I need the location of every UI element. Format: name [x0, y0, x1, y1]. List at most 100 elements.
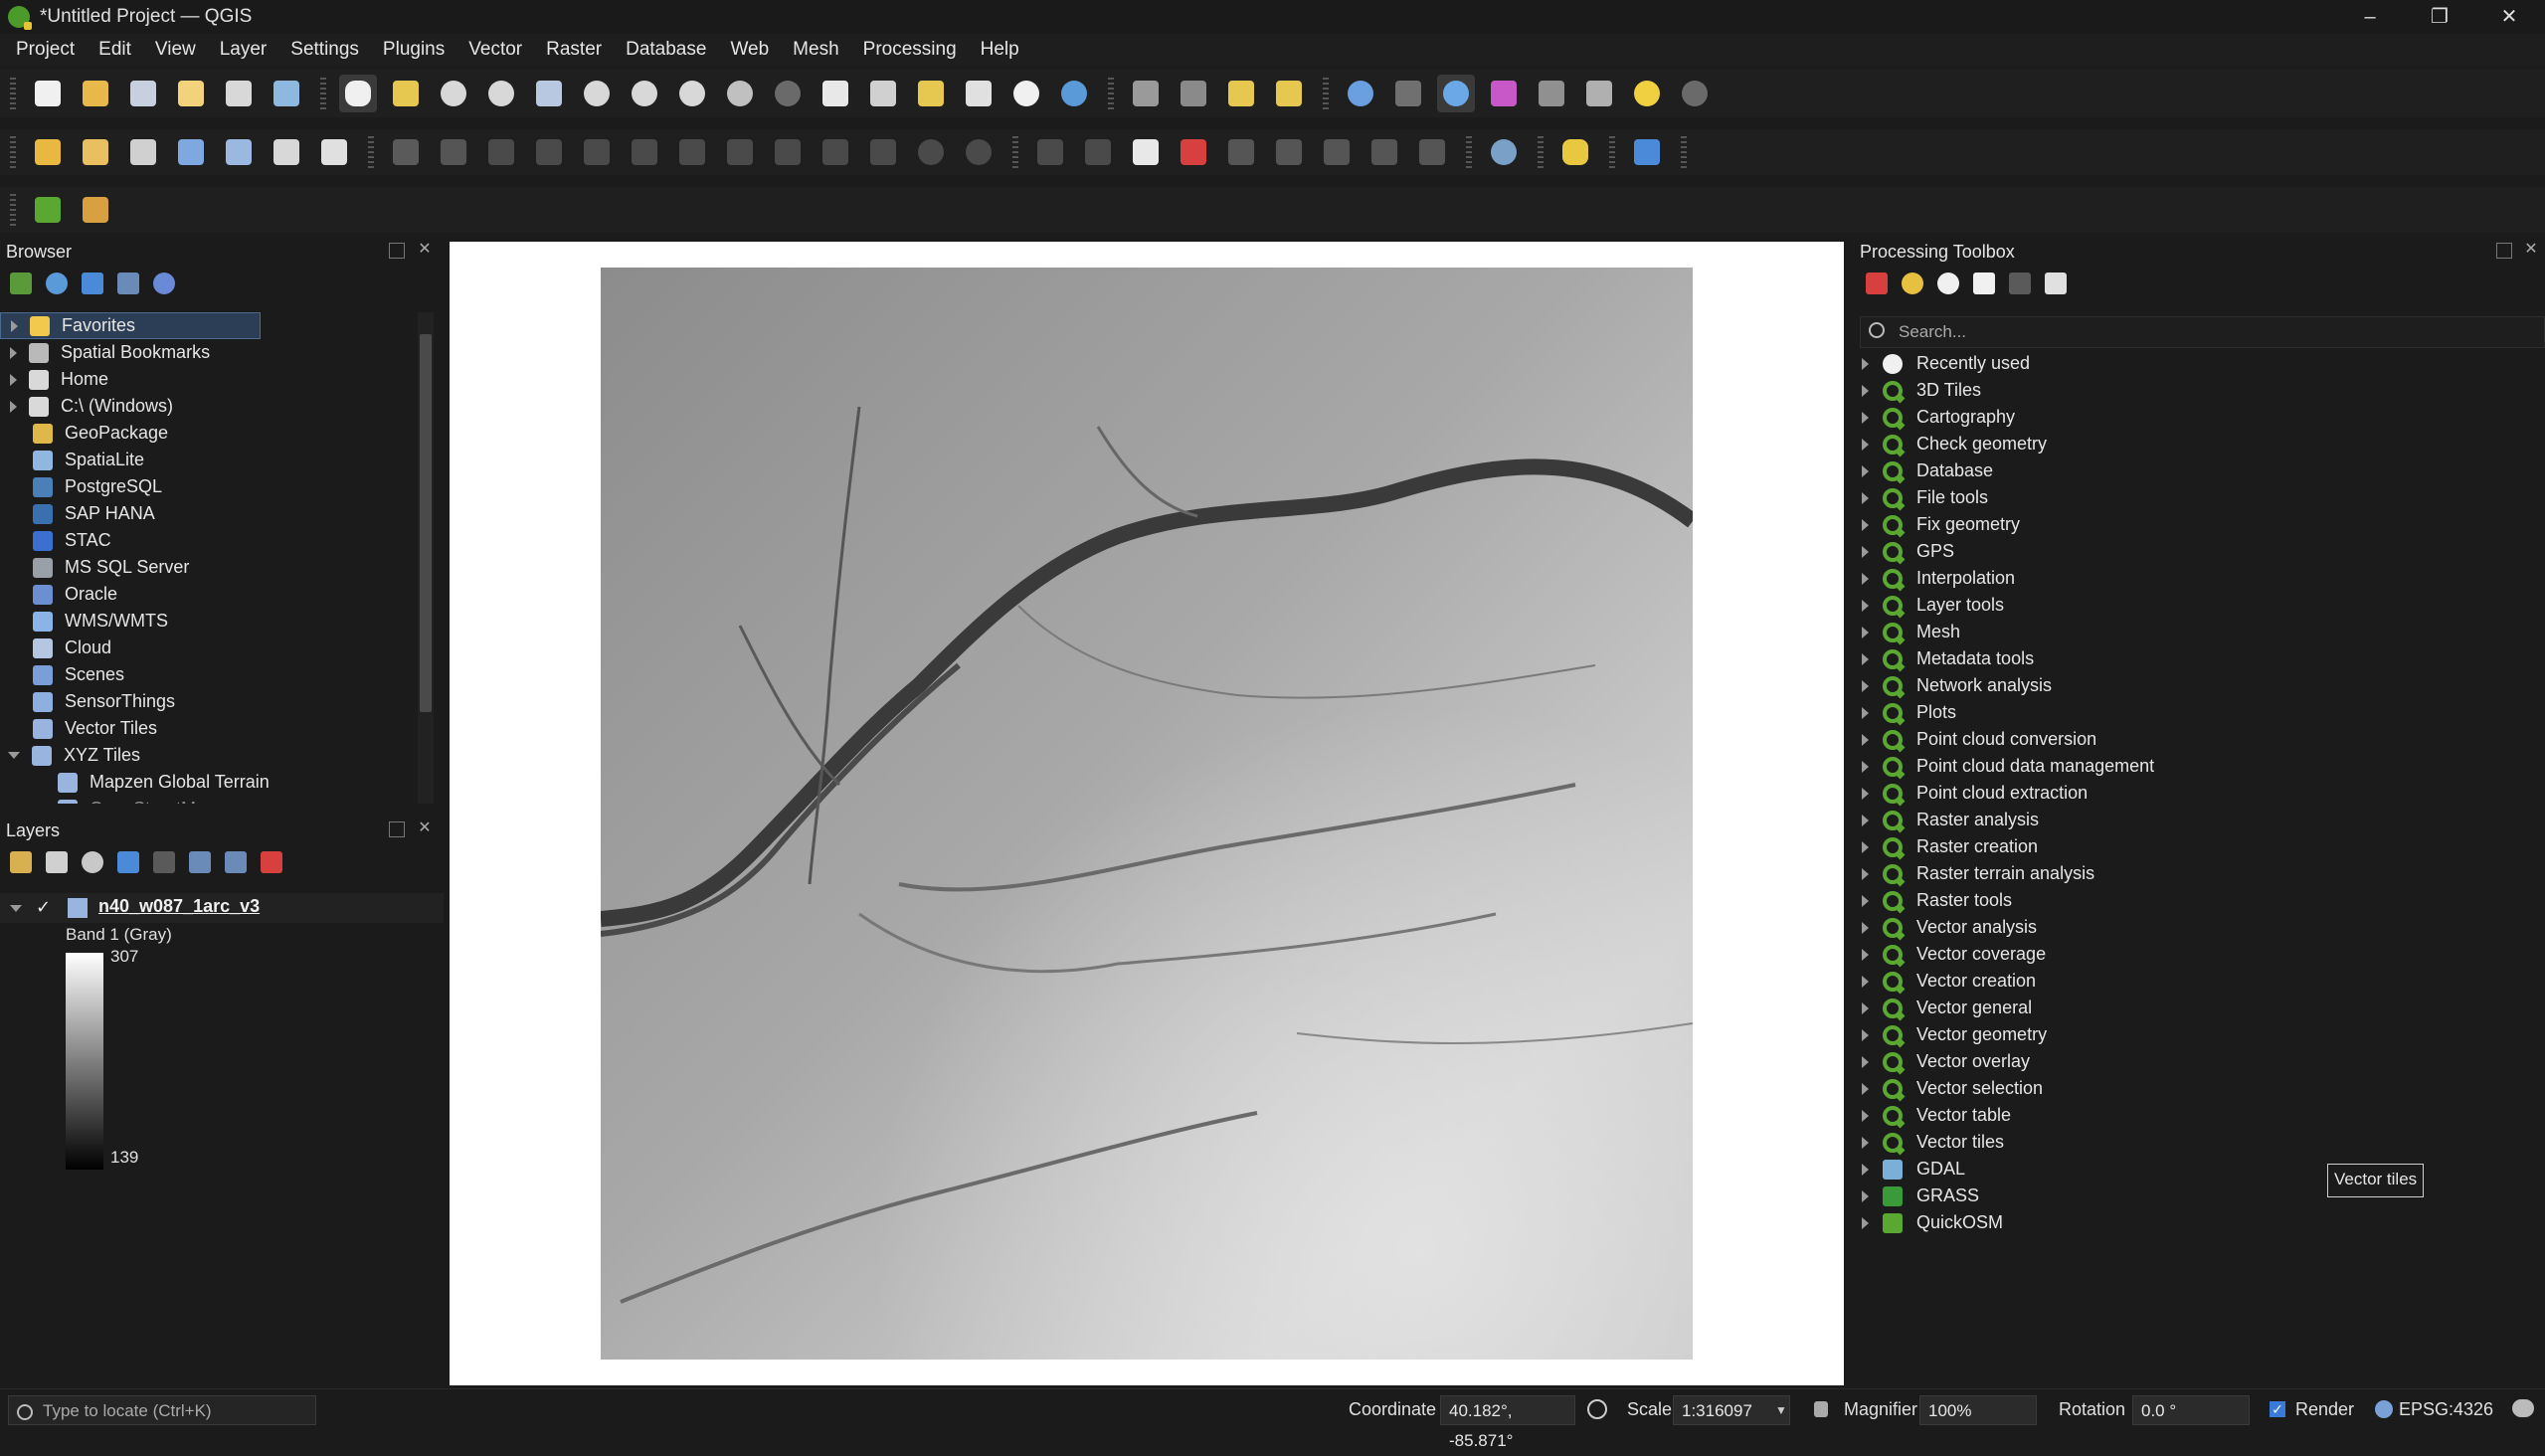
processing-group[interactable]: Raster analysis — [1862, 807, 2039, 833]
expand-arrow-icon[interactable] — [10, 373, 17, 386]
expand-arrow-icon[interactable] — [1862, 894, 1869, 907]
browser-item[interactable]: Vector Tiles — [0, 715, 157, 742]
zoom-full-button[interactable] — [530, 75, 568, 112]
collapse-all-icon[interactable] — [117, 273, 139, 294]
browser-item[interactable]: Cloud — [0, 635, 111, 661]
browser-item[interactable]: MS SQL Server — [0, 554, 189, 581]
add-mesh-button[interactable] — [268, 133, 305, 171]
expand-arrow-icon[interactable] — [1862, 921, 1869, 934]
map-canvas[interactable] — [450, 242, 1844, 1385]
processing-group[interactable]: Metadata tools — [1862, 645, 2034, 672]
processing-group[interactable]: Database — [1862, 457, 1993, 484]
expand-arrow-icon[interactable] — [1862, 1028, 1869, 1041]
processing-group[interactable]: Network analysis — [1862, 672, 2052, 699]
expand-arrow-icon[interactable] — [1862, 760, 1869, 773]
toolbar-handle[interactable] — [10, 78, 16, 109]
float-panel-button[interactable] — [389, 243, 405, 259]
measure-button[interactable] — [1580, 75, 1618, 112]
expand-arrow-icon[interactable] — [1862, 1216, 1869, 1229]
browser-scrollbar[interactable] — [418, 312, 434, 804]
coordinate-field[interactable]: 40.182°, -85.871° — [1440, 1395, 1575, 1450]
add-raster-button[interactable] — [220, 133, 258, 171]
menu-mesh[interactable]: Mesh — [781, 39, 850, 61]
rotate-label-button[interactable] — [1318, 133, 1356, 171]
pan-map-button[interactable] — [339, 75, 377, 112]
zoom-out-button[interactable] — [482, 75, 520, 112]
processing-group[interactable]: Vector tiles — [1862, 1129, 2004, 1156]
processing-group[interactable]: Vector creation — [1862, 968, 2036, 995]
expand-arrow-icon[interactable] — [1862, 599, 1869, 612]
processing-group[interactable]: Plots — [1862, 699, 1956, 726]
expand-arrow-icon[interactable] — [1862, 572, 1869, 585]
processing-group[interactable]: Mesh — [1862, 619, 1960, 645]
menu-web[interactable]: Web — [718, 39, 781, 61]
processing-group[interactable]: Vector table — [1862, 1102, 2011, 1129]
expand-arrow-icon[interactable] — [1862, 867, 1869, 880]
save-edits-button[interactable] — [482, 133, 520, 171]
expand-arrow-icon[interactable] — [1862, 948, 1869, 961]
new-3d-map-view-button[interactable] — [864, 75, 902, 112]
expand-arrow-icon[interactable] — [1862, 1136, 1869, 1149]
expand-arrow-icon[interactable] — [1862, 411, 1869, 424]
close-panel-button[interactable]: ✕ — [2524, 242, 2538, 258]
data-source-manager-button[interactable] — [29, 133, 67, 171]
redo-button[interactable] — [960, 133, 998, 171]
menu-layer[interactable]: Layer — [208, 39, 279, 61]
browser-item[interactable]: PostgreSQL — [0, 473, 162, 500]
processing-group[interactable]: Vector overlay — [1862, 1048, 2030, 1075]
toolbar-handle[interactable] — [1323, 78, 1329, 109]
hide-labels-button[interactable] — [1413, 133, 1451, 171]
browser-item[interactable]: OpenStreetMap — [36, 796, 216, 804]
deselect-features-button[interactable] — [1270, 75, 1308, 112]
browser-item[interactable]: SensorThings — [0, 688, 175, 715]
models-icon[interactable] — [1866, 273, 1888, 294]
show-bookmarks-button[interactable] — [960, 75, 998, 112]
new-print-layout-button[interactable] — [172, 75, 210, 112]
processing-group[interactable]: Check geometry — [1862, 431, 2047, 457]
render-checkbox[interactable]: ✓ — [2270, 1401, 2285, 1417]
move-label-button[interactable] — [1270, 133, 1308, 171]
toolbar-handle[interactable] — [1108, 78, 1114, 109]
identify-button[interactable] — [1342, 75, 1379, 112]
expand-arrow-icon[interactable] — [1862, 679, 1869, 692]
add-group-icon[interactable] — [46, 851, 68, 873]
metasearch-button[interactable] — [1485, 133, 1523, 171]
menu-database[interactable]: Database — [614, 39, 718, 61]
menu-processing[interactable]: Processing — [851, 39, 969, 61]
expand-arrow-icon[interactable] — [1862, 438, 1869, 451]
edit-features-icon[interactable] — [2009, 273, 2031, 294]
processing-group[interactable]: Point cloud extraction — [1862, 780, 2088, 807]
srtm-downloader-button[interactable] — [77, 191, 114, 229]
browser-item[interactable]: WMS/WMTS — [0, 608, 168, 635]
toolbar-handle[interactable] — [10, 194, 16, 226]
restore-button[interactable]: ❐ — [2405, 0, 2474, 34]
statistical-summary-button[interactable] — [1485, 75, 1523, 112]
processing-group[interactable]: Cartography — [1862, 404, 2015, 431]
browser-item[interactable]: XYZ Tiles — [0, 742, 140, 769]
save-project-button[interactable] — [124, 75, 162, 112]
copy-features-button[interactable] — [817, 133, 854, 171]
processing-group[interactable]: GRASS — [1862, 1183, 1979, 1209]
float-panel-button[interactable] — [389, 821, 405, 837]
refresh-icon[interactable] — [46, 273, 68, 294]
browser-item[interactable]: Home — [0, 366, 108, 393]
actions-button[interactable] — [1676, 75, 1714, 112]
zoom-native-button[interactable] — [673, 75, 711, 112]
field-calculator-button[interactable] — [1389, 75, 1427, 112]
map-tips-button[interactable] — [1628, 75, 1666, 112]
toolbar-handle[interactable] — [1466, 136, 1472, 168]
modify-attributes-button[interactable] — [673, 133, 711, 171]
menu-help[interactable]: Help — [969, 39, 1031, 61]
select-features-button[interactable] — [1222, 75, 1260, 112]
layer-name[interactable]: n40_w087_1arc_v3 — [98, 896, 260, 917]
processing-toolbox-button[interactable] — [1437, 75, 1475, 112]
filter-icon[interactable] — [82, 273, 103, 294]
style-manager-button[interactable] — [268, 75, 305, 112]
expand-arrow-icon[interactable] — [1862, 840, 1869, 853]
browser-item[interactable]: STAC — [0, 527, 111, 554]
expand-arrow-icon[interactable] — [1862, 787, 1869, 800]
label-rules-button[interactable] — [1175, 133, 1212, 171]
expand-arrow-icon[interactable] — [1862, 626, 1869, 638]
processing-group[interactable]: Vector analysis — [1862, 914, 2037, 941]
new-project-button[interactable] — [29, 75, 67, 112]
